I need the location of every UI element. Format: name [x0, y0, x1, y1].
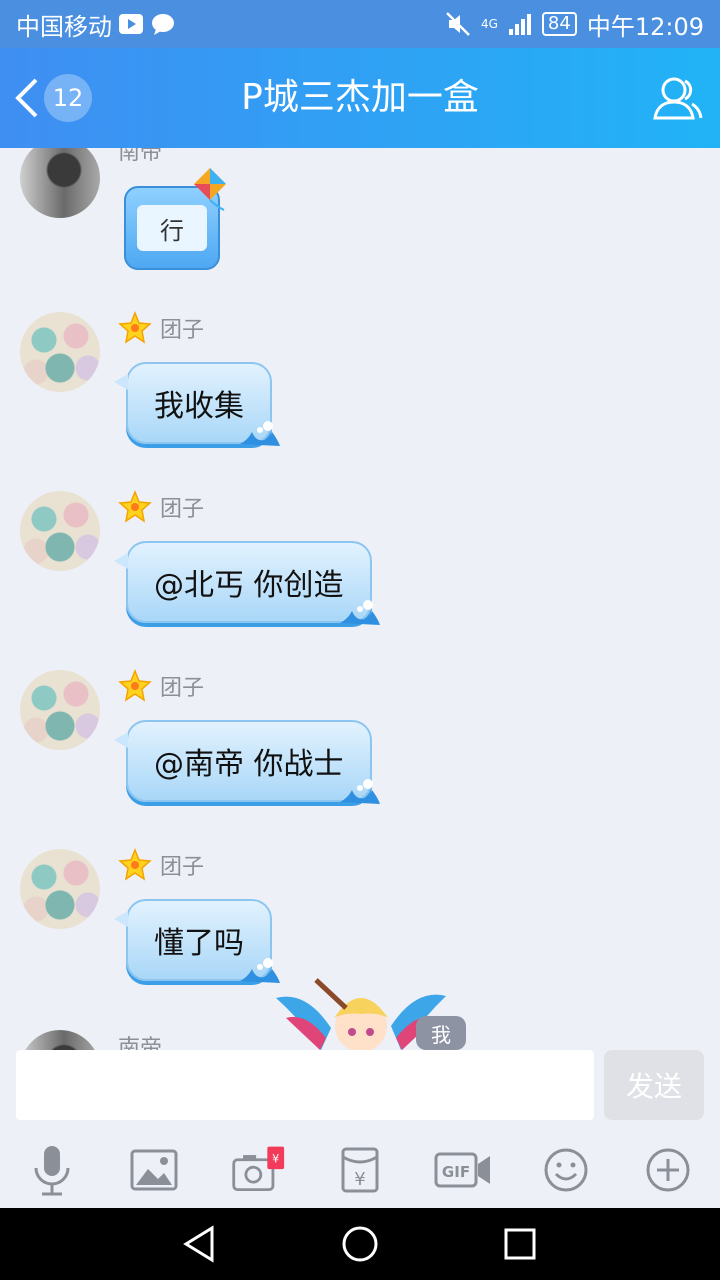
network-label: 4G	[480, 17, 498, 31]
avatar[interactable]	[20, 312, 100, 392]
red-packet-icon: ¥	[341, 1147, 379, 1193]
voice-button[interactable]	[24, 1142, 80, 1198]
message-bubble[interactable]: 懂了吗	[114, 899, 280, 983]
emoji-icon	[544, 1148, 588, 1192]
sender-name: 团子	[118, 310, 204, 346]
system-nav-bar	[0, 1208, 720, 1280]
image-button[interactable]	[126, 1142, 182, 1198]
chat-title: P城三杰加一盒	[241, 77, 479, 118]
carrier-label: 中国移动	[16, 12, 112, 41]
avatar[interactable]	[20, 491, 100, 571]
emoji-button[interactable]	[538, 1142, 594, 1198]
red-packet-button[interactable]: ¥	[332, 1142, 388, 1198]
red-packet-camera-icon: ¥	[232, 1146, 285, 1191]
message-bubble[interactable]: 我收集	[114, 362, 280, 446]
star-badge-icon	[118, 311, 152, 344]
mic-icon	[34, 1146, 70, 1196]
battery-level: 84	[541, 12, 577, 36]
star-badge-icon	[118, 848, 152, 881]
avatar[interactable]	[20, 1030, 100, 1050]
svg-text:GIF: GIF	[442, 1163, 470, 1181]
signal-icon	[508, 14, 531, 35]
nav-back-icon[interactable]	[180, 1224, 220, 1264]
status-bar: 中国移动 4G 84 中午12:09	[0, 0, 720, 48]
me-indicator[interactable]: 我	[416, 1016, 466, 1050]
message-bubble[interactable]: @南帝 你战士	[114, 720, 380, 804]
wave-decoration-icon	[339, 600, 380, 625]
plus-icon	[646, 1148, 690, 1192]
message-input[interactable]	[16, 1050, 594, 1120]
unread-count-badge: 12	[44, 74, 92, 122]
input-toolbar: ¥ ¥ GIF	[0, 1142, 720, 1198]
gif-button[interactable]: GIF	[434, 1142, 492, 1198]
mute-icon	[446, 12, 470, 36]
video-app-icon	[119, 14, 143, 34]
svg-text:¥: ¥	[354, 1169, 365, 1190]
camera-red-packet-button[interactable]: ¥	[230, 1142, 286, 1198]
star-badge-icon	[118, 490, 152, 523]
sender-name: 团子	[118, 847, 204, 883]
image-icon	[130, 1149, 178, 1191]
avatar[interactable]	[20, 849, 100, 929]
sender-name: 南帝	[118, 148, 163, 165]
sender-name: 团子	[118, 489, 204, 525]
avatar[interactable]	[20, 148, 100, 218]
more-button[interactable]	[640, 1142, 696, 1198]
avatar[interactable]	[20, 670, 100, 750]
svg-text:¥: ¥	[272, 1153, 279, 1166]
wave-decoration-icon	[240, 421, 280, 446]
sender-name: 团子	[118, 668, 204, 704]
group-members-icon[interactable]	[652, 74, 704, 122]
gif-icon: GIF	[434, 1152, 490, 1188]
chevron-left-icon	[15, 78, 38, 118]
back-button[interactable]: 12	[12, 72, 102, 124]
chat-header: 12 P城三杰加一盒	[0, 48, 720, 148]
nav-recents-icon[interactable]	[500, 1224, 540, 1264]
message-list[interactable]: 南帝 行 团子 我收集 团子 @北丐 你创造 团子 @南帝 你战士 团子 懂了吗…	[0, 148, 720, 1050]
nav-home-icon[interactable]	[340, 1224, 380, 1264]
wave-decoration-icon	[240, 958, 280, 983]
input-panel: 发送 ¥ ¥ GIF	[0, 1050, 720, 1208]
star-badge-icon	[118, 669, 152, 702]
clock: 中午12:09	[586, 12, 704, 41]
chat-bubble-icon	[152, 14, 174, 35]
kite-icon	[194, 168, 226, 211]
wave-decoration-icon	[339, 779, 380, 804]
send-button[interactable]: 发送	[604, 1050, 704, 1120]
sender-name: 南帝	[118, 1036, 163, 1050]
message-bubble[interactable]: @北丐 你创造	[114, 541, 380, 625]
